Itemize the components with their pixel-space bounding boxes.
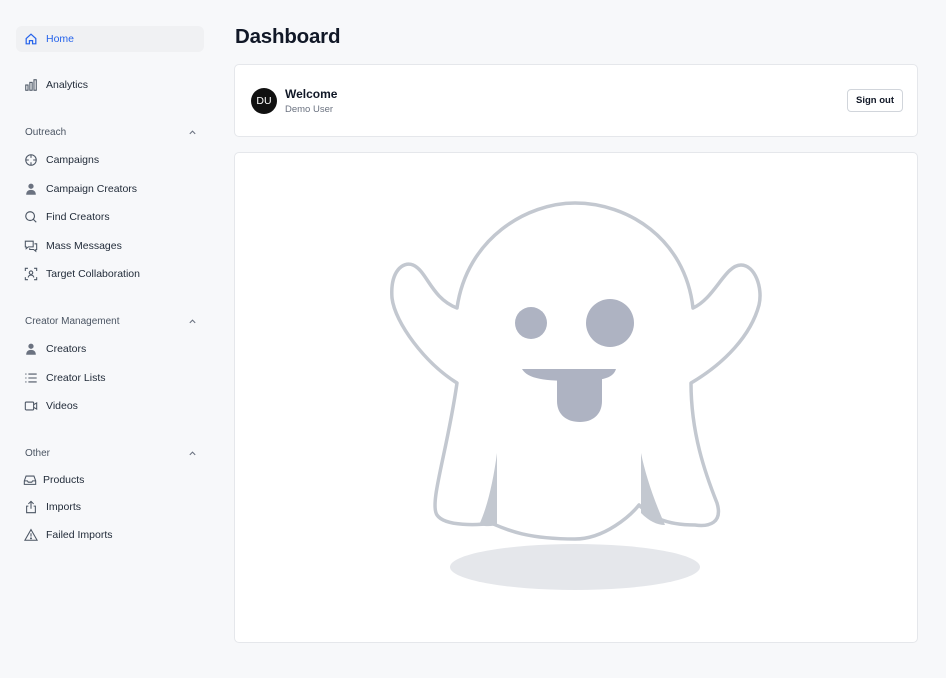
sidebar-item-label: Target Collaboration [46,268,140,280]
sidebar-item-mass-messages[interactable]: Mass Messages [16,233,204,259]
welcome-card: DU Welcome Demo User Sign out [234,64,918,137]
section-title: Outreach [25,126,67,138]
sign-out-button[interactable]: Sign out [847,89,903,112]
sidebar-item-campaign-creators[interactable]: Campaign Creators [16,176,204,202]
user-icon [23,341,39,357]
sidebar-item-campaigns[interactable]: Campaigns [16,147,204,173]
section-title: Creator Management [25,315,120,327]
sidebar-item-failed-imports[interactable]: Failed Imports [16,522,204,548]
empty-state-card [234,152,918,643]
sidebar-item-target-collaboration[interactable]: Target Collaboration [16,261,204,287]
sidebar-item-home[interactable]: Home [16,26,204,52]
sidebar-item-videos[interactable]: Videos [16,393,204,419]
chevron-up-icon [189,129,196,134]
upload-icon [23,499,39,515]
messages-icon [23,238,39,254]
sidebar-item-creator-lists[interactable]: Creator Lists [16,365,204,391]
section-header-creator-management[interactable]: Creator Management [25,313,197,329]
ghost-eye-left [515,307,547,339]
chevron-up-icon [189,450,196,455]
warning-icon [23,527,39,543]
sidebar-item-creators[interactable]: Creators [16,336,204,362]
sidebar-item-label: Creator Lists [46,372,106,384]
sidebar-item-label: Campaigns [46,154,100,166]
sidebar-item-label: Failed Imports [46,529,113,541]
user-name: Demo User [285,104,334,115]
sidebar-item-find-creators[interactable]: Find Creators [16,204,204,230]
section-header-outreach[interactable]: Outreach [25,124,197,140]
sidebar-item-label: Creators [46,343,87,355]
avatar: DU [251,88,277,114]
search-icon [23,209,39,225]
sidebar-item-label: Home [46,33,75,45]
sidebar-item-imports[interactable]: Imports [16,494,204,520]
user-scan-icon [23,266,39,282]
sidebar-item-label: Analytics [46,79,89,91]
welcome-title: Welcome [285,87,338,101]
ghost-tongue [557,375,602,422]
sidebar-item-label: Find Creators [46,211,110,223]
ghost-illustration [390,201,762,590]
sidebar-item-analytics[interactable]: Analytics [16,72,204,98]
section-title: Other [25,447,51,459]
list-icon [23,370,39,386]
ghost-shadow [450,544,700,590]
sidebar-item-label: Imports [46,501,82,513]
sidebar-item-products[interactable]: Products [16,467,204,493]
home-icon [23,31,39,47]
chevron-up-icon [189,318,196,323]
video-icon [23,398,39,414]
crosshair-icon [23,152,39,168]
sidebar-item-label: Videos [46,400,78,412]
inbox-icon [22,472,38,488]
sidebar-item-label: Mass Messages [46,240,122,252]
section-header-other[interactable]: Other [25,445,197,461]
sidebar-item-label: Campaign Creators [46,183,138,195]
sidebar-item-label: Products [43,474,85,486]
page-title: Dashboard [235,25,341,48]
ghost-eye-right [586,299,634,347]
bar-chart-icon [23,77,39,93]
user-icon [23,181,39,197]
sidebar: Home Analytics Outreach Campaigns Campai… [0,0,222,678]
